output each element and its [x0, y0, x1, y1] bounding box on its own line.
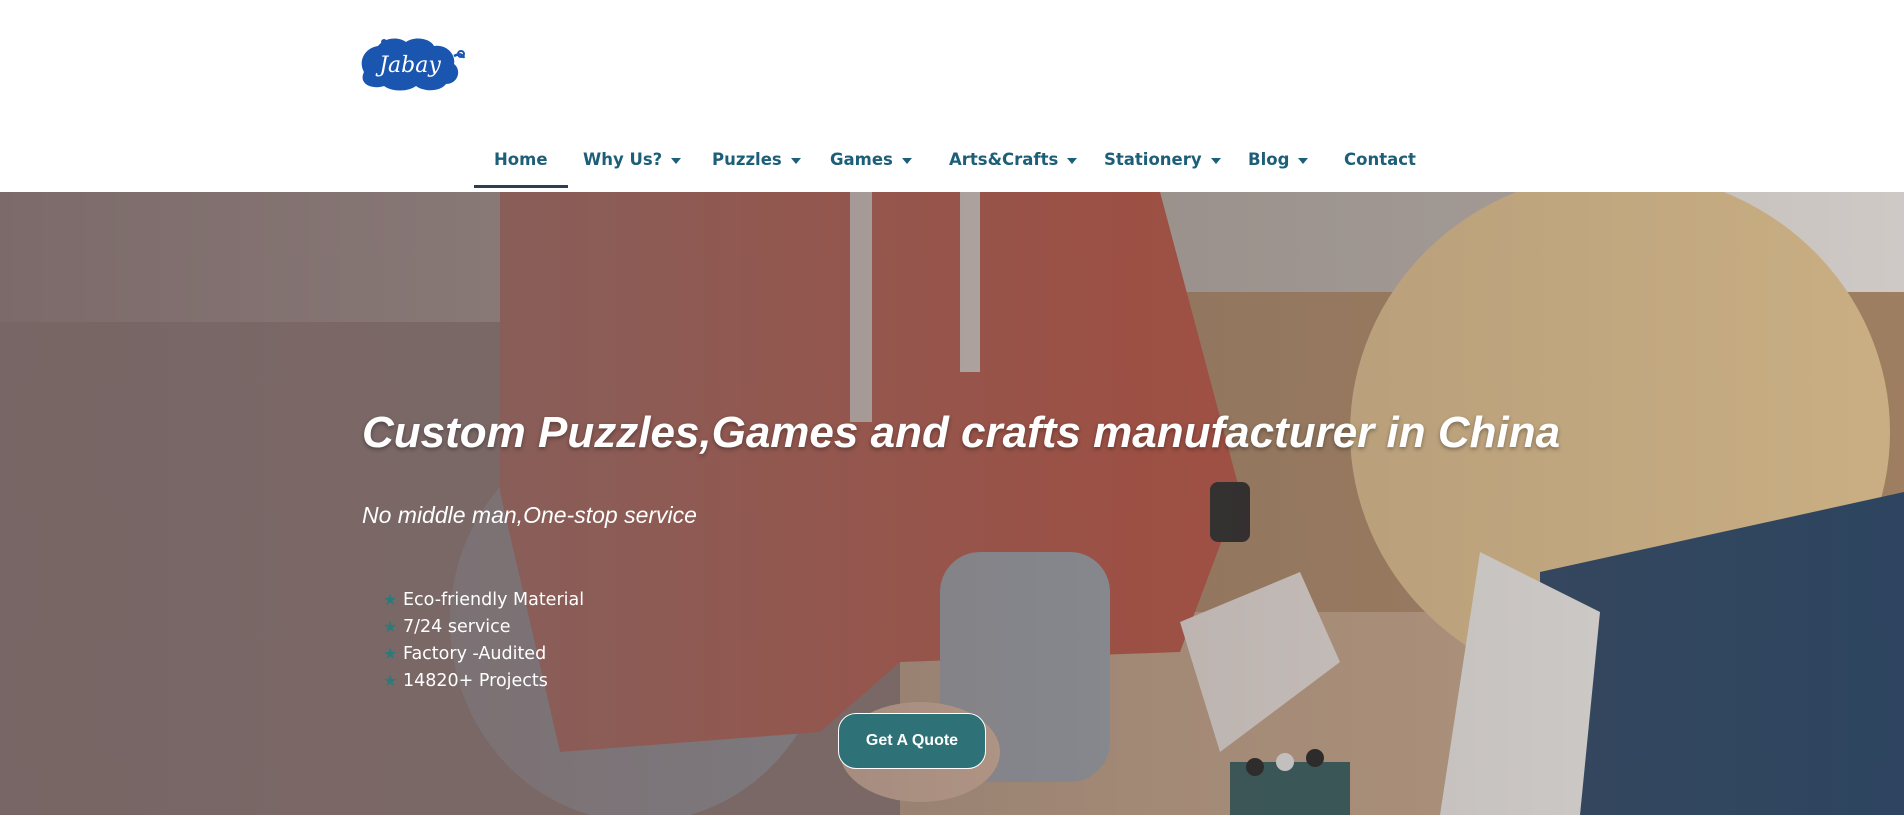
caret-down-icon — [1210, 157, 1221, 164]
nav-item-puzzles[interactable]: Puzzles — [712, 136, 801, 184]
hero-title: Custom Puzzles,Games and crafts manufact… — [362, 408, 1561, 457]
nav-item-label: Puzzles — [712, 150, 782, 169]
main-nav: Home Why Us? Puzzles Games Arts&Crafts S… — [0, 136, 1904, 188]
caret-down-icon — [671, 157, 682, 164]
nav-item-label: Why Us? — [583, 150, 663, 169]
nav-item-arts-crafts[interactable]: Arts&Crafts — [949, 136, 1078, 184]
hero-banner: Custom Puzzles,Games and crafts manufact… — [0, 192, 1904, 815]
list-item: ★ Factory -Audited — [383, 640, 584, 667]
nav-item-label: Arts&Crafts — [949, 150, 1059, 169]
jabay-logo[interactable]: Jabay — [354, 34, 466, 94]
star-icon: ★ — [383, 617, 398, 636]
caret-down-icon — [1298, 157, 1309, 164]
feature-text: 14820+ Projects — [403, 671, 548, 691]
nav-item-stationery[interactable]: Stationery — [1104, 136, 1221, 184]
nav-item-label: Stationery — [1104, 150, 1202, 169]
star-icon: ★ — [383, 590, 398, 609]
nav-item-why-us[interactable]: Why Us? — [583, 136, 682, 184]
logo-wordmark: Jabay — [375, 53, 441, 78]
star-icon: ★ — [383, 644, 398, 663]
list-item: ★ Eco-friendly Material — [383, 586, 584, 613]
nav-item-contact[interactable]: Contact — [1344, 136, 1416, 184]
caret-down-icon — [1067, 157, 1078, 164]
hero-subtitle: No middle man,One-stop service — [362, 502, 697, 528]
nav-item-blog[interactable]: Blog — [1248, 136, 1309, 184]
caret-down-icon — [790, 157, 801, 164]
feature-text: Eco-friendly Material — [403, 590, 585, 610]
list-item: ★ 14820+ Projects — [383, 667, 584, 694]
feature-list: ★ Eco-friendly Material ★ 7/24 service ★ Fa… — [383, 586, 584, 694]
nav-item-label: Blog — [1248, 150, 1290, 169]
nav-item-label: Games — [830, 150, 893, 169]
nav-item-label: Contact — [1344, 150, 1416, 169]
nav-item-games[interactable]: Games — [830, 136, 912, 184]
nav-item-label: Home — [494, 150, 548, 169]
feature-text: 7/24 service — [403, 617, 511, 637]
site-header: Jabay Home Why Us? Puzzles Games Arts&Cr… — [0, 0, 1904, 192]
caret-down-icon — [901, 157, 912, 164]
nav-item-home[interactable]: Home — [474, 136, 567, 188]
feature-text: Factory -Audited — [403, 644, 547, 664]
list-item: ★ 7/24 service — [383, 613, 584, 640]
get-a-quote-button[interactable]: Get A Quote — [838, 713, 986, 769]
star-icon: ★ — [383, 671, 398, 690]
